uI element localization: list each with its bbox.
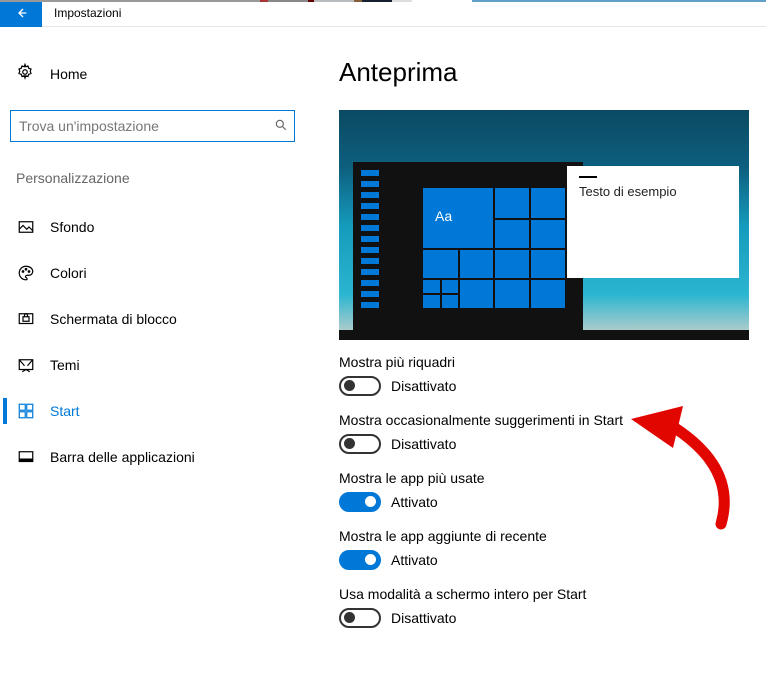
setting-label: Mostra più riquadri: [339, 354, 756, 370]
nav-label: Temi: [50, 357, 80, 373]
back-button[interactable]: [0, 0, 42, 27]
sidebar: Home Personalizzazione Sfondo Colori: [0, 27, 305, 690]
setting-item: Mostra più riquadri Disattivato: [339, 354, 756, 396]
nav-label: Colori: [50, 265, 87, 281]
setting-item: Mostra le app più usate Attivato: [339, 470, 756, 512]
sidebar-item-start[interactable]: Start: [7, 388, 295, 434]
setting-item: Mostra le app aggiunte di recente Attivat…: [339, 528, 756, 570]
toggle-switch[interactable]: [339, 550, 381, 570]
nav-label: Sfondo: [50, 219, 94, 235]
setting-label: Mostra le app aggiunte di recente: [339, 528, 756, 544]
sidebar-item-lockscreen[interactable]: Schermata di blocco: [7, 296, 295, 342]
sidebar-item-sfondo[interactable]: Sfondo: [7, 204, 295, 250]
toggle-state-label: Disattivato: [391, 436, 456, 452]
main-panel: Anteprima Aa: [305, 27, 766, 690]
window-title: Impostazioni: [42, 6, 121, 20]
themes-icon: [16, 356, 36, 374]
setting-label: Mostra occasionalmente suggerimenti in S…: [339, 412, 756, 428]
picture-icon: [16, 218, 36, 236]
setting-label: Mostra le app più usate: [339, 470, 756, 486]
search-box[interactable]: [10, 110, 295, 142]
sidebar-item-taskbar[interactable]: Barra delle applicazioni: [7, 434, 295, 480]
toggle-switch[interactable]: [339, 434, 381, 454]
page-title: Anteprima: [339, 57, 756, 88]
toggle-state-label: Disattivato: [391, 610, 456, 626]
search-icon: [274, 118, 288, 135]
toggle-switch[interactable]: [339, 492, 381, 512]
toggle-switch[interactable]: [339, 608, 381, 628]
preview-tiles: Aa: [423, 188, 565, 308]
sidebar-item-colori[interactable]: Colori: [7, 250, 295, 296]
palette-icon: [16, 264, 36, 282]
gear-icon: [16, 63, 34, 84]
lockscreen-icon: [16, 310, 36, 328]
setting-item: Mostra occasionalmente suggerimenti in S…: [339, 412, 756, 454]
setting-item: Usa modalità a schermo intero per Start D…: [339, 586, 756, 628]
taskbar-icon: [16, 448, 36, 466]
search-input[interactable]: [19, 118, 274, 134]
nav-label: Start: [50, 403, 80, 419]
toggle-state-label: Disattivato: [391, 378, 456, 394]
active-marker: [3, 398, 7, 424]
sidebar-home-label: Home: [50, 66, 87, 82]
sidebar-section-label: Personalizzazione: [10, 170, 295, 186]
sidebar-nav: Sfondo Colori Schermata di blocco Temi: [10, 204, 295, 480]
sidebar-item-temi[interactable]: Temi: [7, 342, 295, 388]
setting-label: Usa modalità a schermo intero per Start: [339, 586, 756, 602]
arrow-left-icon: [13, 5, 29, 21]
toggle-state-label: Attivato: [391, 552, 438, 568]
sidebar-home[interactable]: Home: [10, 57, 295, 90]
nav-label: Barra delle applicazioni: [50, 449, 195, 465]
toggle-state-label: Attivato: [391, 494, 438, 510]
nav-label: Schermata di blocco: [50, 311, 177, 327]
title-accent: [0, 0, 766, 2]
preview-note-text: Testo di esempio: [579, 184, 727, 199]
start-icon: [16, 402, 36, 420]
preview-tile-label: Aa: [435, 208, 452, 224]
titlebar: Impostazioni: [0, 0, 766, 27]
preview-start-menu: Aa: [353, 162, 583, 330]
preview-note: Testo di esempio: [567, 166, 739, 278]
toggle-switch[interactable]: [339, 376, 381, 396]
preview-image: Aa Testo di esempio: [339, 110, 749, 340]
